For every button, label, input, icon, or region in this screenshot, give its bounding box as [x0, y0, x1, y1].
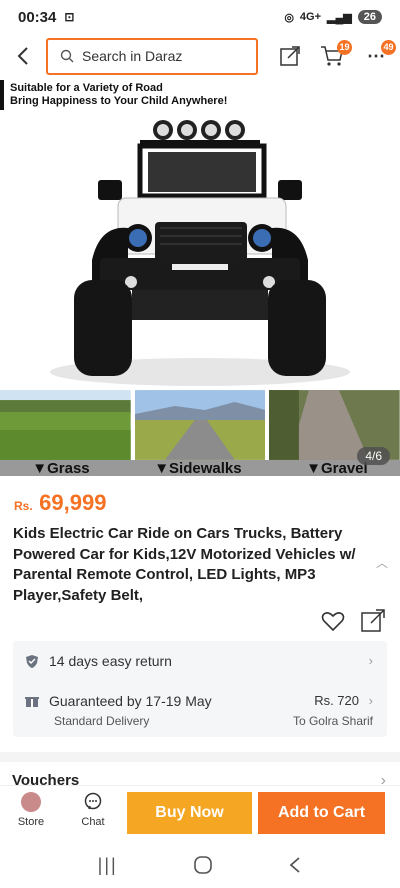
status-bar: 00:34 ⊡ ◎ 4G+ ▂▄▆ 26 — [0, 0, 400, 34]
share-button[interactable] — [274, 40, 306, 72]
chevron-left-icon — [17, 47, 28, 65]
grass-thumbnail[interactable] — [0, 390, 131, 460]
guarantee-label: Guaranteed by 17-19 May — [49, 693, 212, 709]
product-gallery[interactable]: Suitable for a Variety of Road Bring Hap… — [0, 80, 400, 477]
status-right: ◎ 4G+ ▂▄▆ 26 — [284, 10, 382, 24]
share-icon — [280, 46, 300, 66]
return-chevron-icon[interactable]: › — [369, 653, 373, 668]
search-placeholder: Search in Daraz — [82, 48, 183, 64]
thumb-label-gravel: ▼Gravel — [306, 460, 368, 477]
service-card: 14 days easy return › Guaranteed by 17-1… — [13, 641, 387, 737]
back-nav-icon[interactable] — [288, 856, 302, 874]
battery-badge: 26 — [357, 10, 382, 24]
store-label: Store — [17, 816, 45, 828]
store-button[interactable]: Store — [6, 792, 56, 828]
search-input[interactable]: Search in Daraz — [46, 37, 258, 75]
wishlist-heart-icon[interactable] — [320, 608, 346, 634]
home-icon[interactable] — [193, 855, 213, 875]
bottom-action-bar: Store Chat Buy Now Add to Cart — [0, 785, 400, 841]
delivery-fee: Rs. 720 — [314, 693, 359, 708]
network-label: 4G+ — [299, 11, 322, 23]
share-product-icon[interactable] — [360, 608, 386, 634]
top-header: Search in Daraz 19 ⋯ 49 — [0, 34, 400, 78]
status-time: 00:34 — [18, 8, 57, 26]
search-icon — [60, 49, 74, 63]
return-label: 14 days easy return — [49, 653, 172, 669]
price-value: 69,999 — [39, 490, 107, 515]
product-title: Kids Electric Car Ride on Cars Trucks, B… — [13, 525, 356, 604]
thumbnail-labels: ▼Grass ▼Sidewalks ▼Gravel — [0, 460, 400, 477]
back-button[interactable] — [0, 34, 46, 78]
gift-box-icon — [25, 697, 39, 707]
delivery-row[interactable]: Guaranteed by 17-19 May — [25, 693, 212, 709]
product-price: Rs. 69,999 — [14, 490, 106, 516]
delivery-type: Standard Delivery — [54, 714, 150, 728]
add-to-cart-button[interactable]: Add to Cart — [258, 792, 385, 834]
more-button[interactable]: ⋯ 49 — [360, 40, 396, 72]
store-avatar — [21, 792, 41, 812]
cart-button[interactable]: 19 — [316, 40, 352, 72]
chat-icon — [84, 792, 102, 810]
delivery-destination: To Golra Sharif — [292, 714, 373, 728]
screenshot-icon: ⊡ — [64, 10, 75, 24]
more-count-badge: 49 — [381, 40, 396, 55]
price-currency: Rs. — [14, 499, 33, 513]
thumbnail-strip — [0, 390, 400, 460]
delivery-chevron-icon[interactable]: › — [369, 693, 373, 708]
section-divider — [0, 752, 400, 762]
shield-icon — [26, 654, 38, 668]
chat-label: Chat — [81, 816, 105, 828]
buy-now-button[interactable]: Buy Now — [127, 792, 252, 834]
thumb-label-sidewalks: ▼Sidewalks — [154, 460, 242, 477]
return-row[interactable]: 14 days easy return — [25, 653, 172, 669]
banner-line-1: Suitable for a Variety of Road — [10, 82, 163, 94]
banner-line-2: Bring Happiness to Your Child Anywhere! — [10, 95, 228, 107]
cart-count-badge: 19 — [337, 40, 352, 55]
thumb-label-grass: ▼Grass — [32, 460, 90, 477]
hotspot-icon: ◎ — [284, 11, 294, 24]
image-banner: Suitable for a Variety of Road Bring Hap… — [0, 80, 400, 110]
image-counter: 4/6 — [357, 447, 390, 465]
recent-apps-icon[interactable]: ||| — [98, 855, 118, 876]
signal-icon: ▂▄▆ — [327, 11, 352, 24]
chat-button[interactable]: Chat — [68, 792, 118, 828]
system-nav-bar: ||| — [0, 842, 400, 888]
sidewalk-thumbnail[interactable] — [134, 390, 266, 460]
chevron-up-icon[interactable]: ︿ — [376, 554, 388, 571]
